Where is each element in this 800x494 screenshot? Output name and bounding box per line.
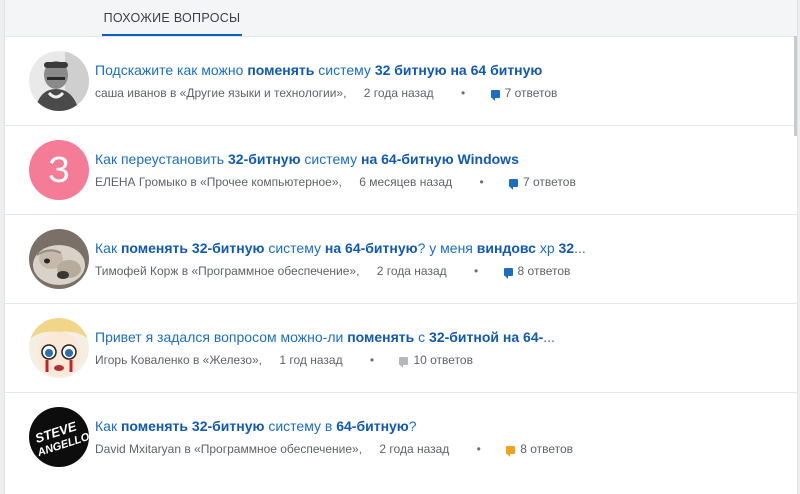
question-item: З Как переустановить 32-битную систему на… [5,126,797,215]
question-title-link[interactable]: Как переустановить 32-битную систему на … [95,150,775,168]
title-keyword: 32 [558,240,575,256]
answers-count[interactable]: 7 ответов [490,85,558,101]
separator-dot: • [369,353,375,367]
in-word: в [181,442,195,456]
question-time: 2 года назад [376,264,447,278]
question-item: Как поменять 32-битную систему на 64-бит… [5,215,797,304]
title-text: Как [95,240,121,256]
category-link[interactable]: «Железо», [203,352,262,368]
answers-label: 7 ответов [523,175,576,189]
title-keyword: поменять 32-битную [120,418,265,434]
title-keyword: поменять [247,62,315,78]
title-keyword: 32 битную на 64 битную [374,62,543,78]
title-keyword: на 64-битную [324,240,418,256]
bulldog-photo-avatar[interactable] [29,229,89,289]
title-text: систему [300,151,361,167]
question-item: Подскажите как можно поменять систему 32… [5,37,797,126]
answers-label: 10 ответов [413,353,473,367]
title-text: систему [264,240,325,256]
title-keyword: на 64-битную Windows [360,151,519,167]
in-word: в [187,175,201,189]
author-name[interactable]: David Mxitaryan [95,441,181,457]
answers-count[interactable]: 8 ответов [503,263,571,279]
panel-header: ПОХОЖИЕ ВОПРОСЫ [5,0,797,37]
question-item: Привет я задался вопросом можно-ли помен… [5,304,797,393]
title-text: ... [574,240,586,256]
question-time: 2 года назад [379,442,450,456]
title-text: ? у меня [417,240,477,256]
title-text: Как переустановить [95,151,228,167]
answers-label: 8 ответов [520,442,574,456]
category-link[interactable]: «Другие языки и технологии», [180,85,347,101]
separator-dot: • [479,175,484,189]
in-word: в [166,86,180,100]
author-name[interactable]: саша иванов [95,85,167,101]
title-text: Подскажите как можно [95,62,248,78]
answers-label: 8 ответов [517,264,571,278]
comment-bubble-icon [506,445,516,457]
question-meta: Игорь Коваленко в «Железо», 1 год назад … [95,352,775,368]
title-keyword: 32-битной на 64- [429,329,544,345]
separator-dot: • [461,86,466,100]
question-title-link[interactable]: Привет я задался вопросом можно-ли помен… [95,328,775,346]
in-word: в [189,353,203,367]
title-text: Как [95,418,121,434]
author-name[interactable]: Игорь Коваленко [95,352,190,368]
comment-bubble-icon [399,356,409,368]
separator-dot: • [476,442,481,456]
person-photo-avatar[interactable] [29,51,89,111]
similar-questions-panel: ПОХОЖИЕ ВОПРОСЫ Подскажите как можно пом… [4,0,798,494]
answers-count[interactable]: 7 ответов [509,174,576,190]
category-link[interactable]: «Программное обеспечение», [194,441,362,457]
avatar-letter: З [48,149,70,190]
in-word: в [178,264,192,278]
comment-bubble-icon [503,267,513,279]
question-title-link[interactable]: Как поменять 32-битную систему на 64-бит… [95,239,775,257]
title-text: Привет я задался вопросом можно-ли [95,329,348,345]
answers-label: 7 ответов [504,86,558,100]
author-name[interactable]: Тимофей Корж [95,263,178,279]
anime-face-avatar[interactable] [29,318,89,378]
title-keyword: поменять 32-битную [120,240,265,256]
steve-angello-logo-avatar[interactable]: STEVE ANGELLO [29,407,89,467]
question-time: 1 год назад [279,353,343,367]
question-title-link[interactable]: Как поменять 32-битную систему в 64-битн… [95,417,775,435]
question-meta: David Mxitaryan в «Программное обеспечен… [95,441,775,457]
comment-bubble-icon [509,178,518,190]
title-keyword: поменять [347,329,415,345]
title-keyword: виндовс [476,240,536,256]
letter-avatar[interactable]: З [29,140,89,200]
tab-similar-questions[interactable]: ПОХОЖИЕ ВОПРОСЫ [102,0,242,36]
category-link[interactable]: «Прочее компьютерное», [200,174,342,190]
title-text: хр [535,240,559,256]
question-meta: ЕЛЕНА Громыко в «Прочее компьютерное», 6… [95,174,775,190]
separator-dot: • [474,264,479,278]
question-meta: Тимофей Корж в «Программное обеспечение»… [95,263,775,279]
title-text: с [414,329,430,345]
scrollbar[interactable] [794,36,797,136]
question-time: 6 месяцев назад [359,175,453,189]
category-link[interactable]: «Программное обеспечение», [191,263,359,279]
answers-count[interactable]: 8 ответов [506,441,573,457]
title-keyword: 32-битную [228,151,301,167]
comment-bubble-icon [490,89,500,101]
question-meta: саша иванов в «Другие языки и технологии… [95,85,775,101]
title-text: систему [314,62,375,78]
question-item: STEVE ANGELLO Как поменять 32-битную сис… [5,393,797,482]
question-title-link[interactable]: Подскажите как можно поменять систему 32… [95,61,775,79]
question-time: 2 года назад [363,86,434,100]
title-text: ? [408,418,417,434]
author-name[interactable]: ЕЛЕНА Громыко [95,174,187,190]
title-text: систему в [264,418,337,434]
title-text: ... [543,329,555,345]
questions-list: Подскажите как можно поменять систему 32… [5,37,797,482]
answers-count[interactable]: 10 ответов [399,352,473,368]
title-keyword: 64-битную [336,418,409,434]
